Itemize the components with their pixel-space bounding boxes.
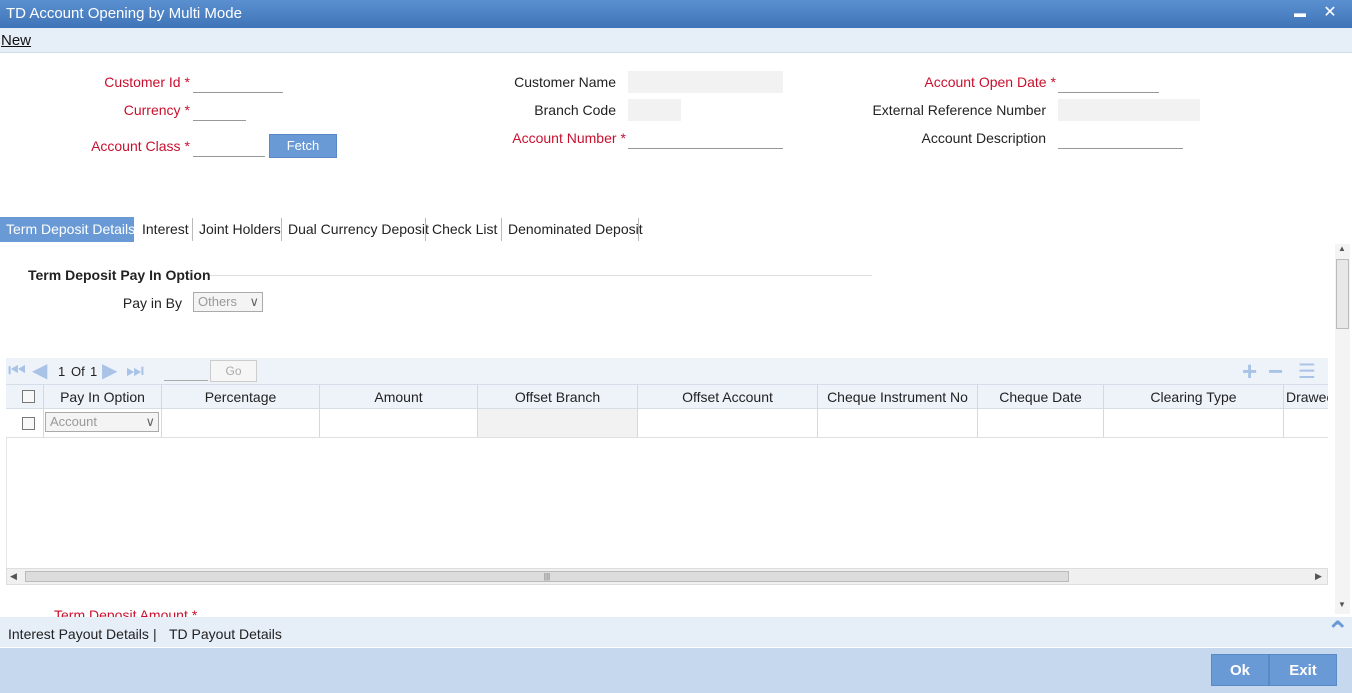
column-header[interactable]: Offset Branch	[478, 385, 638, 409]
fetch-button[interactable]: Fetch	[269, 134, 337, 158]
page-number-input[interactable]	[164, 361, 208, 381]
select-all-cell	[6, 385, 44, 409]
pay-in-section-title: Term Deposit Pay In Option	[28, 267, 211, 283]
column-header[interactable]: Cheque Date	[978, 385, 1104, 409]
menu-bar: New	[0, 28, 1352, 53]
page-of-label: Of	[71, 364, 85, 379]
single-view-icon[interactable]: ☰	[1298, 359, 1316, 384]
exit-button[interactable]: Exit	[1269, 654, 1337, 686]
scroll-down-icon[interactable]: ▼	[1338, 600, 1346, 609]
customer-name-field[interactable]	[628, 71, 783, 93]
tab-check-list[interactable]: Check List	[426, 217, 503, 242]
tab-term-deposit-details[interactable]: Term Deposit Details	[0, 217, 135, 242]
column-header[interactable]: Pay In Option	[44, 385, 162, 409]
tab-dual-currency-deposit[interactable]: Dual Currency Deposit	[282, 217, 435, 242]
grid-header: Pay In Option Percentage Amount Offset B…	[6, 384, 1328, 409]
footer-links-bar: Interest Payout Details | TD Payout Deta…	[0, 615, 1352, 648]
currency-label: Currency *	[123, 102, 190, 118]
next-page-icon[interactable]: ▶	[102, 361, 117, 381]
pay-in-option-cell: Account ∨	[44, 409, 162, 437]
section-divider	[210, 275, 872, 276]
scroll-right-icon[interactable]: ▶	[1315, 571, 1322, 582]
pay-in-option-value: Account	[50, 414, 97, 429]
column-header[interactable]: Cheque Instrument No	[818, 385, 978, 409]
first-page-icon[interactable]: ⏮	[8, 361, 26, 381]
cheque-date-cell[interactable]	[978, 409, 1104, 437]
column-header[interactable]: Percentage	[162, 385, 320, 409]
pay-in-by-label: Pay in By	[122, 295, 182, 311]
tab-joint-holders[interactable]: Joint Holders	[193, 217, 287, 242]
account-number-label: Account Number *	[512, 130, 626, 146]
offset-branch-cell[interactable]	[478, 409, 638, 437]
offset-account-cell[interactable]	[638, 409, 818, 437]
footer-button-bar	[0, 648, 1352, 693]
last-page-icon[interactable]: ⏭	[126, 361, 144, 381]
pay-in-option-select[interactable]: Account ∨	[45, 412, 159, 432]
column-header[interactable]: Offset Account	[638, 385, 818, 409]
horizontal-scrollbar[interactable]: ◀ ||| ▶	[6, 568, 1328, 585]
chevron-down-icon: ∨	[249, 294, 259, 309]
tab-denominated-deposit[interactable]: Denominated Deposit	[502, 217, 649, 242]
select-all-checkbox[interactable]	[22, 390, 35, 403]
table-row: Account ∨	[6, 409, 1328, 438]
page-total: 1	[90, 364, 98, 379]
window-titlebar: TD Account Opening by Multi Mode ▬ ✕	[0, 0, 1352, 28]
term-deposit-amount-row: Term Deposit Amount *	[0, 603, 1330, 617]
branch-code-label: Branch Code	[534, 102, 616, 118]
column-header[interactable]: Amount	[320, 385, 478, 409]
currency-field[interactable]	[193, 99, 246, 121]
grid-toolbar: ⏮ ◀ 1 Of 1 ▶ ⏭ Go + − ☰	[6, 356, 1328, 387]
collapse-up-icon[interactable]: ⌃	[1326, 615, 1349, 648]
account-open-date-label: Account Open Date *	[924, 74, 1056, 90]
account-description-field[interactable]	[1058, 127, 1183, 149]
account-number-field[interactable]	[628, 127, 783, 149]
customer-id-label: Customer Id *	[104, 74, 190, 90]
vertical-scrollbar[interactable]: ▲ ▼	[1335, 244, 1350, 614]
column-header[interactable]: Clearing Type	[1104, 385, 1284, 409]
go-button[interactable]: Go	[210, 360, 257, 382]
external-reference-label: External Reference Number	[872, 102, 1046, 118]
tab-divider	[638, 218, 639, 241]
external-reference-field[interactable]	[1058, 99, 1200, 121]
window-title: TD Account Opening by Multi Mode	[6, 5, 242, 22]
clearing-type-cell[interactable]	[1104, 409, 1284, 437]
account-class-field[interactable]	[193, 135, 265, 157]
amount-cell[interactable]	[320, 409, 478, 437]
pay-in-by-select[interactable]: Others ∨	[193, 292, 263, 312]
pay-in-by-value: Others	[198, 294, 238, 309]
account-description-label: Account Description	[921, 130, 1046, 146]
page-current: 1	[58, 364, 66, 379]
chevron-down-icon: ∨	[145, 414, 155, 429]
horizontal-scroll-thumb[interactable]: |||	[25, 571, 1069, 582]
minimize-icon[interactable]: ▬	[1290, 2, 1310, 24]
column-header[interactable]: Drawee	[1284, 385, 1328, 409]
ok-button[interactable]: Ok	[1211, 654, 1269, 686]
new-menu-item[interactable]: New	[1, 32, 31, 49]
row-checkbox[interactable]	[22, 417, 35, 430]
drawee-cell[interactable]	[1284, 409, 1328, 437]
tab-bar: Term Deposit Details Interest Joint Hold…	[0, 217, 643, 242]
delete-row-icon[interactable]: −	[1268, 356, 1283, 387]
term-deposit-amount-label: Term Deposit Amount *	[54, 607, 198, 617]
previous-page-icon[interactable]: ◀	[32, 361, 47, 381]
grid-body	[6, 438, 1328, 568]
customer-name-label: Customer Name	[514, 74, 616, 90]
tab-interest[interactable]: Interest	[136, 217, 195, 242]
scroll-up-icon[interactable]: ▲	[1338, 244, 1346, 253]
row-select-cell	[6, 409, 44, 437]
percentage-cell[interactable]	[162, 409, 320, 437]
cheque-instrument-cell[interactable]	[818, 409, 978, 437]
scroll-left-icon[interactable]: ◀	[10, 571, 17, 582]
td-payout-details-link[interactable]: TD Payout Details	[169, 626, 282, 642]
account-class-label: Account Class *	[91, 138, 190, 154]
close-icon[interactable]: ✕	[1320, 2, 1340, 24]
branch-code-field[interactable]	[628, 99, 681, 121]
add-row-icon[interactable]: +	[1242, 356, 1257, 387]
vertical-scroll-thumb[interactable]	[1336, 259, 1349, 329]
link-separator: |	[153, 626, 157, 642]
customer-id-field[interactable]	[193, 71, 283, 93]
interest-payout-details-link[interactable]: Interest Payout Details	[8, 626, 149, 642]
account-open-date-field[interactable]	[1058, 71, 1159, 93]
